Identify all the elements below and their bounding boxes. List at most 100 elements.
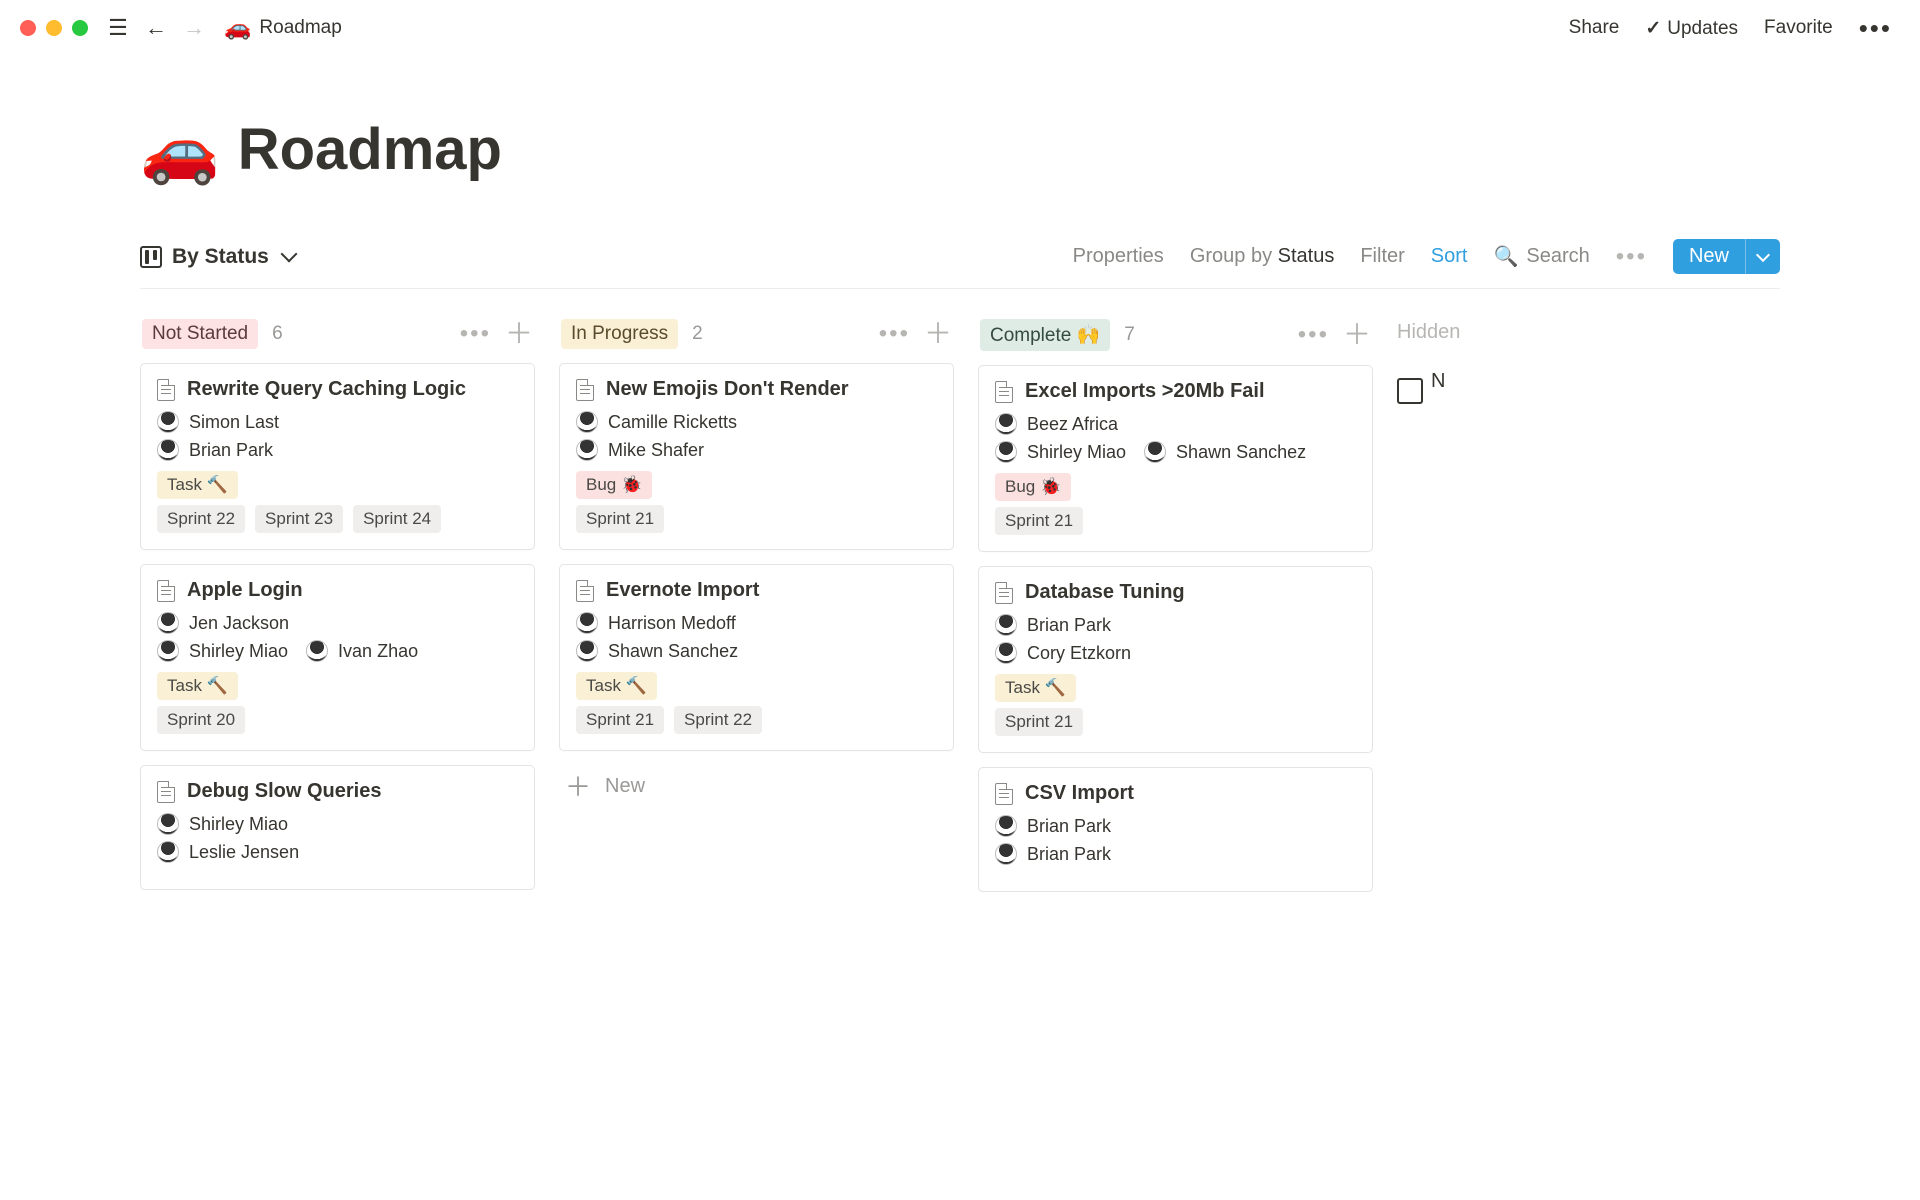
- board-card[interactable]: Excel Imports >20Mb Fail Beez Africa Shi…: [978, 365, 1373, 552]
- avatar-icon: [995, 843, 1017, 865]
- avatar-icon: [995, 642, 1017, 664]
- column-add-icon[interactable]: ＋: [924, 325, 952, 343]
- window-close-icon[interactable]: [20, 20, 36, 36]
- person[interactable]: Mike Shafer: [576, 439, 704, 461]
- menu-icon[interactable]: ☰: [104, 14, 132, 42]
- card-title-row: Excel Imports >20Mb Fail: [995, 380, 1356, 403]
- search-button[interactable]: 🔍 Search: [1493, 244, 1589, 269]
- column-count: 7: [1124, 324, 1135, 346]
- person[interactable]: Shirley Miao: [157, 640, 288, 662]
- sprint-tag-row: Sprint 21: [576, 505, 937, 533]
- favorite-button[interactable]: Favorite: [1756, 13, 1841, 43]
- window-minimize-icon[interactable]: [46, 20, 62, 36]
- add-card-button[interactable]: ＋ New: [559, 765, 954, 808]
- card-title-row: New Emojis Don't Render: [576, 378, 937, 401]
- board-card[interactable]: Rewrite Query Caching Logic Simon Last B…: [140, 363, 535, 550]
- column-count: 2: [692, 323, 703, 345]
- sprint-tag[interactable]: Sprint 24: [353, 505, 441, 533]
- card-title: CSV Import: [1025, 782, 1134, 805]
- people-row: Brian Park: [157, 439, 518, 461]
- sprint-tag[interactable]: Sprint 20: [157, 706, 245, 734]
- column-add-icon[interactable]: ＋: [505, 325, 533, 343]
- new-button[interactable]: New: [1673, 239, 1780, 274]
- person[interactable]: Camille Ricketts: [576, 411, 737, 433]
- person[interactable]: Shirley Miao: [995, 441, 1126, 463]
- person[interactable]: Leslie Jensen: [157, 841, 299, 863]
- person[interactable]: Cory Etzkorn: [995, 642, 1131, 664]
- page-icon[interactable]: 🚗: [140, 118, 220, 182]
- board-card[interactable]: Apple Login Jen Jackson Shirley Miao Iva…: [140, 564, 535, 751]
- people-row: Leslie Jensen: [157, 841, 518, 863]
- view-more-icon[interactable]: •••: [1616, 243, 1647, 271]
- sprint-tag-row: Sprint 22 Sprint 23 Sprint 24: [157, 505, 518, 533]
- board-card[interactable]: CSV Import Brian Park Brian Park: [978, 767, 1373, 892]
- sprint-tag[interactable]: Sprint 21: [995, 507, 1083, 535]
- column-cards: New Emojis Don't Render Camille Ricketts…: [559, 363, 954, 808]
- person[interactable]: Shawn Sanchez: [576, 640, 738, 662]
- window-zoom-icon[interactable]: [72, 20, 88, 36]
- page-title[interactable]: Roadmap: [238, 116, 502, 183]
- type-tag[interactable]: Bug 🐞: [576, 471, 652, 499]
- type-tag[interactable]: Bug 🐞: [995, 473, 1071, 501]
- share-button[interactable]: Share: [1561, 13, 1628, 43]
- board-card[interactable]: Debug Slow Queries Shirley Miao Leslie J…: [140, 765, 535, 890]
- card-title: Debug Slow Queries: [187, 780, 381, 803]
- view-picker[interactable]: By Status: [140, 245, 295, 269]
- page-icon: [576, 580, 594, 602]
- card-people: Simon Last Brian Park: [157, 411, 518, 461]
- avatar-icon: [995, 413, 1017, 435]
- more-menu-icon[interactable]: •••: [1851, 19, 1900, 37]
- sprint-tag[interactable]: Sprint 21: [995, 708, 1083, 736]
- person[interactable]: Ivan Zhao: [306, 640, 418, 662]
- type-tag[interactable]: Task 🔨: [995, 674, 1076, 702]
- status-chip[interactable]: Complete 🙌: [980, 319, 1110, 351]
- avatar-icon: [576, 612, 598, 634]
- column-more-icon[interactable]: •••: [1298, 321, 1329, 349]
- person-name: Leslie Jensen: [189, 842, 299, 863]
- person[interactable]: Beez Africa: [995, 413, 1118, 435]
- person[interactable]: Harrison Medoff: [576, 612, 736, 634]
- properties-button[interactable]: Properties: [1073, 245, 1164, 268]
- board-card[interactable]: Database Tuning Brian Park Cory Etzkorn …: [978, 566, 1373, 753]
- column-more-icon[interactable]: •••: [460, 320, 491, 348]
- status-chip[interactable]: In Progress: [561, 319, 678, 349]
- updates-button[interactable]: Updates: [1637, 13, 1746, 44]
- column-more-icon[interactable]: •••: [879, 320, 910, 348]
- board-card[interactable]: New Emojis Don't Render Camille Ricketts…: [559, 363, 954, 550]
- board-card[interactable]: Evernote Import Harrison Medoff Shawn Sa…: [559, 564, 954, 751]
- new-button-dropdown-icon[interactable]: [1745, 239, 1780, 274]
- sprint-tag[interactable]: Sprint 21: [576, 505, 664, 533]
- inbox-icon[interactable]: [1397, 384, 1423, 404]
- person[interactable]: Brian Park: [995, 843, 1111, 865]
- breadcrumb[interactable]: 🚗 Roadmap: [224, 15, 342, 41]
- card-title-row: Rewrite Query Caching Logic: [157, 378, 518, 401]
- person[interactable]: Brian Park: [995, 815, 1111, 837]
- group-by-button[interactable]: Group by Status: [1190, 245, 1335, 268]
- sprint-tag-row: Sprint 20: [157, 706, 518, 734]
- person[interactable]: Shirley Miao: [157, 813, 288, 835]
- person[interactable]: Brian Park: [157, 439, 273, 461]
- sprint-tag[interactable]: Sprint 21: [576, 706, 664, 734]
- nav-forward-icon[interactable]: →: [180, 14, 208, 42]
- status-chip[interactable]: Not Started: [142, 319, 258, 349]
- column-add-icon[interactable]: ＋: [1343, 326, 1371, 344]
- sprint-tag[interactable]: Sprint 23: [255, 505, 343, 533]
- column-count: 6: [272, 323, 283, 345]
- sprint-tag[interactable]: Sprint 22: [157, 505, 245, 533]
- card-title: New Emojis Don't Render: [606, 378, 849, 401]
- sort-button[interactable]: Sort: [1431, 245, 1468, 268]
- person-name: Shawn Sanchez: [1176, 442, 1306, 463]
- person-name: Brian Park: [1027, 844, 1111, 865]
- type-tag[interactable]: Task 🔨: [157, 672, 238, 700]
- person[interactable]: Brian Park: [995, 614, 1111, 636]
- type-tag[interactable]: Task 🔨: [576, 672, 657, 700]
- person[interactable]: Shawn Sanchez: [1144, 441, 1306, 463]
- person[interactable]: Jen Jackson: [157, 612, 289, 634]
- filter-button[interactable]: Filter: [1360, 245, 1404, 268]
- sprint-tag[interactable]: Sprint 22: [674, 706, 762, 734]
- people-row: Beez Africa: [995, 413, 1356, 435]
- type-tag[interactable]: Task 🔨: [157, 471, 238, 499]
- hidden-groups-column[interactable]: Hidden N: [1397, 315, 1457, 1169]
- nav-back-icon[interactable]: ←: [142, 14, 170, 42]
- person[interactable]: Simon Last: [157, 411, 279, 433]
